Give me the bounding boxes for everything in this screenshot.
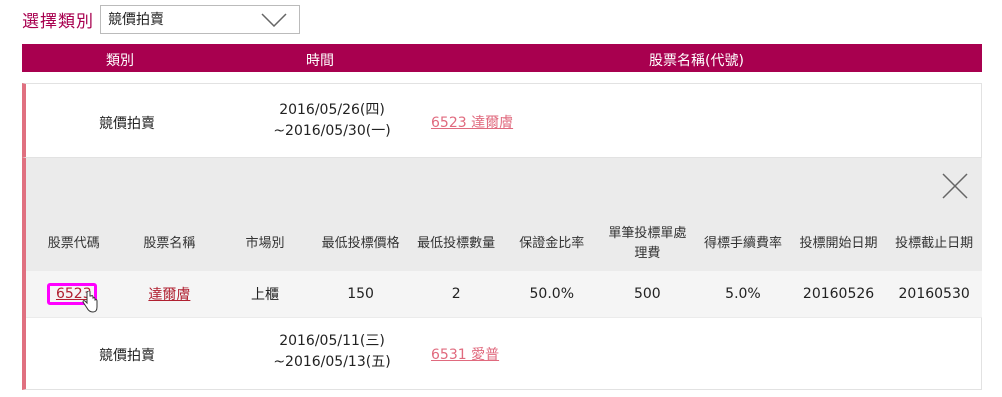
- header-category: 類別: [106, 53, 134, 69]
- detail-cell-start-date: 20160526: [802, 286, 875, 302]
- header-stock: 股票名稱(代號): [649, 53, 744, 69]
- detail-header-cell: 投標截止日期: [895, 235, 974, 251]
- table-row[interactable]: 競價拍賣 2016/05/26(四) ~2016/05/30(一) 6523 達…: [22, 83, 982, 158]
- stock-name-link[interactable]: 達爾膚: [148, 284, 190, 304]
- category-select-value: 競價拍賣: [108, 12, 164, 28]
- detail-cell-market: 上櫃: [250, 287, 279, 303]
- detail-cell-margin: 50.0%: [529, 286, 574, 302]
- stock-link[interactable]: 6531 愛普: [431, 344, 499, 364]
- detail-row: 6523 達爾膚 上櫃 150 2 50.0% 500 5.0% 2016052…: [26, 271, 982, 317]
- detail-header-cell: 投標開始日期: [799, 235, 878, 251]
- category-filter: 選擇類別 競價拍賣: [22, 4, 300, 34]
- table-header: 類別 時間 股票名稱(代號): [22, 44, 982, 72]
- detail-header: 股票代碼 股票名稱 市場別 最低投標價格 最低投標數量 保證金比率 單筆投標單處…: [26, 216, 982, 271]
- detail-cell-name: 達爾膚: [122, 271, 218, 317]
- detail-cell-end-date: 20160530: [898, 286, 970, 302]
- category-select[interactable]: 競價拍賣: [100, 4, 300, 34]
- detail-cell-fee: 500: [633, 286, 661, 302]
- filter-label: 選擇類別: [22, 11, 94, 32]
- detail-header-cell: 得標手續費率: [703, 235, 782, 251]
- row-date: 2016/05/11(三) ~2016/05/13(五): [262, 331, 402, 373]
- detail-header-cell: 市場別: [245, 235, 285, 251]
- detail-header-cell: 最低投標數量: [417, 235, 496, 251]
- chevron-down-icon: [261, 12, 287, 27]
- detail-header-cell: 保證金比率: [519, 235, 585, 251]
- close-icon[interactable]: [942, 173, 968, 199]
- detail-header-cell: 股票代碼: [47, 235, 100, 251]
- detail-cell-min-price: 150: [347, 286, 374, 302]
- date-start: 2016/05/26(四): [279, 102, 385, 118]
- row-category: 競價拍賣: [99, 348, 155, 364]
- detail-header-cell: 單筆投標單處理費: [608, 225, 687, 261]
- detail-panel: 股票代碼 股票名稱 市場別 最低投標價格 最低投標數量 保證金比率 單筆投標單處…: [22, 158, 982, 318]
- date-end: ~2016/05/13(五): [273, 354, 391, 370]
- row-date: 2016/05/26(四) ~2016/05/30(一): [262, 100, 402, 142]
- detail-cell-min-qty: 2: [451, 286, 461, 302]
- date-end: ~2016/05/30(一): [273, 123, 391, 139]
- stock-link[interactable]: 6523 達爾膚: [431, 112, 513, 132]
- detail-header-cell: 股票名稱: [143, 235, 196, 251]
- detail-cell-commission: 5.0%: [725, 286, 761, 302]
- date-start: 2016/05/11(三): [279, 333, 385, 349]
- row-category: 競價拍賣: [99, 116, 155, 132]
- detail-header-cell: 最低投標價格: [321, 235, 400, 251]
- hand-cursor-icon: [82, 291, 98, 313]
- table-row[interactable]: 競價拍賣 2016/05/11(三) ~2016/05/13(五) 6531 愛…: [22, 318, 982, 390]
- header-time: 時間: [306, 53, 334, 69]
